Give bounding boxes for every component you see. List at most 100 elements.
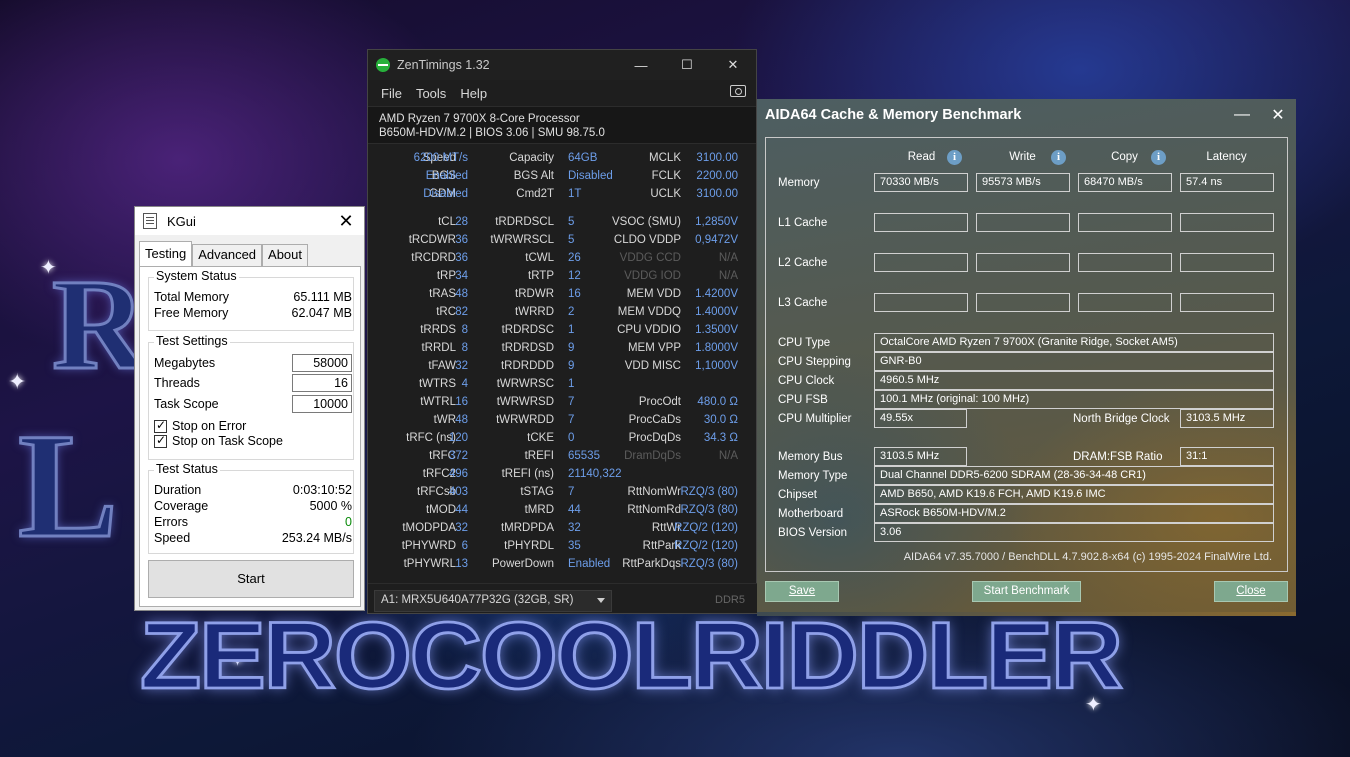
timing-value: RZQ/2 (120)	[674, 540, 738, 552]
window-title: ZenTimings 1.32	[397, 58, 490, 72]
bench-result-box	[1180, 293, 1274, 312]
timing-row: tRCDRD 36 tCWL 26 VDDG CCD N/A	[368, 252, 758, 270]
timing-value: 26	[568, 252, 581, 264]
maximize-icon[interactable]: ☐	[664, 57, 710, 73]
timing-value: RZQ/3 (80)	[680, 558, 738, 570]
zentimings-logo-icon	[376, 58, 390, 72]
cpu-type-label: CPU Type	[778, 337, 831, 349]
close-icon[interactable]: ✕	[710, 57, 756, 73]
timing-value: 6200 MT/s	[413, 152, 468, 164]
timing-row: tWTRS 4 tWRWRSC 1	[368, 378, 758, 396]
timing-label: ProcCaDs	[628, 414, 681, 426]
info-icon[interactable]: i	[947, 150, 962, 165]
timing-row: tRP 34 tRTP 12 VDDG IOD N/A	[368, 270, 758, 288]
bench-result-box: 95573 MB/s	[976, 173, 1070, 192]
tab-testing[interactable]: Testing	[139, 241, 193, 266]
timing-row: BGS Enabled BGS Alt Disabled FCLK 2200.00	[368, 170, 758, 188]
timing-label: tRDWR	[515, 288, 554, 300]
bench-result-box: 70330 MB/s	[874, 173, 968, 192]
label: Errors	[154, 515, 189, 529]
close-icon[interactable]: ✕	[336, 212, 356, 230]
label: Coverage	[154, 499, 209, 513]
checkbox-label: Stop on Error	[172, 419, 247, 433]
menu-tools[interactable]: Tools	[409, 86, 453, 101]
timing-value: 13	[455, 558, 468, 570]
timing-value: 1.4000V	[695, 306, 738, 318]
tab-about[interactable]: About	[262, 244, 309, 266]
close-icon[interactable]: ✕	[1260, 105, 1296, 125]
timing-value: 36	[455, 234, 468, 246]
timing-label: ProcDqDs	[628, 432, 681, 444]
value: 62.047 MB	[291, 306, 352, 320]
timing-label: ProcOdt	[638, 396, 681, 408]
timing-value: Disabled	[568, 170, 613, 182]
timing-value: 7	[568, 486, 575, 498]
bench-result-box	[874, 253, 968, 272]
camera-icon[interactable]	[730, 85, 746, 97]
timing-value: 3100.00	[696, 152, 738, 164]
cpu-multiplier-value: 49.55x	[874, 409, 967, 428]
dram-fsb-ratio-value: 31:1	[1180, 447, 1274, 466]
bench-row-label: L1 Cache	[778, 217, 828, 229]
timing-label: MEM VPP	[627, 342, 681, 354]
cpu-clock-value: 4960.5 MHz	[874, 371, 1274, 390]
timing-value: 34.3 Ω	[703, 432, 738, 444]
timing-label: VSOC (SMU)	[612, 216, 681, 228]
timing-row: tRAS 48 tRDWR 16 MEM VDD 1.4200V	[368, 288, 758, 306]
timing-label: tRDRDSD	[501, 342, 554, 354]
bench-row-label: L3 Cache	[778, 297, 828, 309]
chevron-down-icon[interactable]	[597, 598, 605, 603]
zentimings-titlebar[interactable]: ZenTimings 1.32 — ☐ ✕	[368, 50, 756, 80]
kgui-titlebar[interactable]: KGui ✕	[135, 207, 364, 235]
minimize-icon[interactable]: —	[618, 58, 664, 73]
close-button-label: Close	[1236, 585, 1266, 597]
chipset-value: AMD B650, AMD K19.6 FCH, AMD K19.6 IMC	[874, 485, 1274, 504]
close-button[interactable]: Close	[1214, 581, 1288, 602]
timing-value: 34	[455, 270, 468, 282]
group-title: Test Status	[154, 462, 220, 476]
start-button[interactable]: Start	[148, 560, 354, 598]
cpu-stepping-value: GNR-B0	[874, 352, 1274, 371]
label: Total Memory	[154, 290, 230, 304]
label: Duration	[154, 483, 202, 497]
timing-value: 4	[461, 378, 468, 390]
minimize-icon[interactable]: —	[1224, 106, 1260, 124]
timing-row: tWR 48 tWRWRDD 7 ProcCaDs 30.0 Ω	[368, 414, 758, 432]
aida64-titlebar[interactable]: AIDA64 Cache & Memory Benchmark — ✕	[757, 99, 1296, 131]
timing-value: 36	[455, 252, 468, 264]
timing-row: tRCDWR 36 tWRWRSCL 5 CLDO VDDP 0,9472V	[368, 234, 758, 252]
timing-value: 48	[455, 288, 468, 300]
info-icon[interactable]: i	[1051, 150, 1066, 165]
dimm-select[interactable]: A1: MRX5U640A77P32G (32GB, SR)	[374, 590, 612, 612]
menu-file[interactable]: File	[374, 86, 409, 101]
stop-on-error-checkbox[interactable]: Stop on Error	[154, 418, 247, 433]
checkbox-checked-icon[interactable]	[154, 433, 167, 448]
save-button[interactable]: Save	[765, 581, 839, 602]
timing-value: RZQ/3 (80)	[680, 504, 738, 516]
timing-label: tRDRDSCL	[495, 216, 554, 228]
menu-help[interactable]: Help	[453, 86, 494, 101]
dram-fsb-ratio-label: DRAM:FSB Ratio	[1073, 451, 1163, 463]
zentimings-footer: A1: MRX5U640A77P32G (32GB, SR) DDR5	[368, 583, 758, 613]
timing-row: tRC 82 tWRRD 2 MEM VDDQ 1.4000V	[368, 306, 758, 324]
timing-label: tWRWRSD	[496, 396, 554, 408]
timing-label: CPU VDDIO	[617, 324, 681, 336]
stop-on-task-scope-checkbox[interactable]: Stop on Task Scope	[154, 433, 283, 448]
checkbox-checked-icon[interactable]	[154, 418, 167, 433]
info-icon[interactable]: i	[1151, 150, 1166, 165]
wallpaper-wordmark: ZEROCOOLRIDDLER	[139, 602, 1125, 709]
tab-advanced[interactable]: Advanced	[192, 244, 263, 266]
timing-value: 7	[568, 414, 575, 426]
start-benchmark-button[interactable]: Start Benchmark	[972, 581, 1081, 602]
timing-row: tRFC2 496 tREFI (ns) 21140,322	[368, 468, 758, 486]
timing-value: Disabled	[423, 188, 468, 200]
megabytes-input[interactable]	[292, 354, 352, 372]
label: Task Scope	[154, 397, 219, 411]
bench-result-box	[1180, 253, 1274, 272]
menubar: File Tools Help	[368, 80, 756, 106]
timing-label: CLDO VDDP	[613, 234, 681, 246]
errors-row: Errors 0	[154, 515, 352, 529]
timing-row: tRFCsb 403 tSTAG 7 RttNomWr RZQ/3 (80)	[368, 486, 758, 504]
task-scope-input[interactable]	[292, 395, 352, 413]
threads-input[interactable]	[292, 374, 352, 392]
